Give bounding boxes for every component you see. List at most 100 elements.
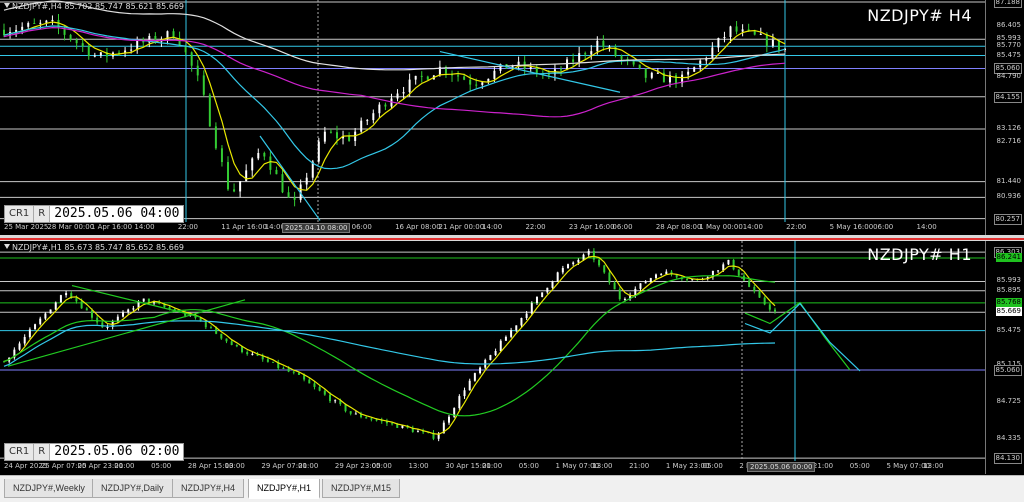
r-button[interactable]: R — [34, 444, 51, 460]
candle-body — [130, 49, 133, 51]
candle-body — [69, 34, 72, 40]
candle-body — [618, 289, 621, 300]
trendline — [7, 299, 246, 367]
candle-body — [737, 269, 740, 276]
candle-body — [547, 74, 550, 76]
tab-daily[interactable]: NZDJPY#,Daily — [92, 479, 173, 498]
time-label: 05:00 — [151, 462, 172, 470]
candle-body — [489, 355, 492, 360]
price-label: 86.241 — [995, 252, 1022, 262]
candle-body — [638, 64, 641, 69]
price-label: 80.936 — [996, 192, 1022, 201]
cr1-button[interactable]: CR1 — [5, 206, 35, 222]
candle-body — [39, 318, 42, 325]
candle-body — [493, 70, 496, 79]
tab-m15[interactable]: NZDJPY#,M15 — [322, 479, 401, 498]
price-label: 81.440 — [996, 176, 1022, 185]
separator-line — [0, 238, 1024, 240]
candle-body — [727, 259, 730, 265]
candle-body — [608, 272, 611, 283]
h1-time-axis[interactable]: 24 Apr 2025 25 Apr 07:00 25 Apr 23:00 21:00… — [0, 461, 986, 473]
candle-body — [644, 68, 647, 78]
candle-body — [686, 279, 689, 281]
r-button[interactable]: R — [34, 206, 51, 222]
time-label: 11 Apr 16:00 — [221, 223, 267, 231]
candle-body — [529, 66, 532, 69]
time-label: 06:00 — [612, 223, 633, 231]
time-label: 14:00 — [482, 223, 503, 231]
h1-chart-pane[interactable]: NZDJPY#,H1 85.673 85.747 85.652 85.669 N… — [0, 241, 1024, 474]
candle-body — [458, 396, 461, 409]
h4-price-plot[interactable] — [0, 0, 986, 222]
candle-body — [220, 148, 223, 163]
candle-body — [378, 104, 381, 114]
price-label: 85.475 — [996, 325, 1022, 334]
moving-average-line — [3, 0, 786, 71]
candle-body — [93, 55, 96, 57]
candle-body — [603, 265, 606, 273]
candle-body — [584, 53, 587, 55]
h1-price-scale[interactable]: 86.30386.24185.99385.89585.76885.66985.4… — [985, 241, 1024, 474]
candle-body — [414, 75, 417, 80]
h1-price-plot[interactable] — [0, 241, 986, 461]
candle-body — [313, 383, 316, 387]
h4-price-scale[interactable]: 87.188 86.405 85.993 85.770 85.475 85.060 84.7… — [985, 0, 1024, 235]
h4-symbol-title: NZDJPY# H4 — [867, 6, 972, 25]
candle-body — [598, 259, 601, 266]
candle-body — [18, 343, 21, 350]
candle-body — [44, 313, 47, 319]
candle-body — [372, 113, 375, 121]
candle-body — [305, 177, 308, 185]
tab-h4[interactable]: NZDJPY#,H4 — [172, 479, 245, 498]
h4-chart-pane[interactable]: NZDJPY#,H4 85.702 85.747 85.621 85.669 N… — [0, 0, 1024, 235]
cr1-button[interactable]: CR1 — [5, 444, 35, 460]
candle-body — [375, 419, 378, 421]
candle-body — [87, 46, 90, 57]
time-label: 05:00 — [518, 462, 539, 470]
candle-body — [127, 309, 130, 313]
candle-body — [620, 56, 623, 59]
candle-body — [275, 169, 278, 175]
candle-body — [323, 131, 326, 142]
candle-body — [391, 423, 394, 425]
candle-body — [365, 417, 368, 419]
candle-body — [21, 26, 24, 30]
candle-body — [28, 329, 31, 338]
candle-body — [45, 20, 48, 23]
candle-body — [717, 37, 720, 48]
time-label: 05:00 — [702, 462, 723, 470]
time-label: 05:00 — [371, 462, 392, 470]
price-label: 84.335 — [996, 433, 1022, 442]
candle-body — [535, 296, 538, 304]
candle-body — [741, 29, 744, 32]
candle-body — [287, 368, 290, 372]
candle-body — [468, 380, 471, 391]
h4-ohlc-info: NZDJPY#,H4 85.702 85.747 85.621 85.669 — [4, 2, 184, 11]
candle-body — [251, 158, 254, 171]
time-label: 14:00 — [134, 223, 155, 231]
projection-line — [744, 301, 851, 371]
candle-body — [577, 259, 580, 263]
candle-body — [729, 26, 732, 37]
candle-body — [530, 303, 533, 314]
candle-body — [90, 310, 93, 318]
tab-weekly[interactable]: NZDJPY#,Weekly — [4, 479, 94, 498]
candle-body — [196, 65, 199, 76]
moving-average-line — [3, 26, 786, 118]
candle-body — [27, 23, 30, 27]
candle-body — [122, 312, 125, 317]
candle-body — [463, 76, 466, 80]
candle-body — [75, 39, 78, 44]
price-label: 84.790 — [996, 71, 1022, 80]
candle-body — [768, 304, 771, 310]
h4-time-axis[interactable]: 25 Mar 2025 28 Mar 00:00 1 Apr 16:00 14:00 2… — [0, 222, 986, 234]
candle-body — [101, 322, 104, 328]
price-label: 85.060 — [993, 364, 1022, 376]
candle-body — [572, 59, 575, 62]
tab-h1[interactable]: NZDJPY#,H1 — [248, 479, 321, 499]
time-label: 05:00 — [849, 462, 870, 470]
candle-body — [504, 336, 507, 341]
candle-body — [592, 250, 595, 260]
candle-body — [246, 352, 249, 355]
price-label: 82.716 — [996, 136, 1022, 145]
